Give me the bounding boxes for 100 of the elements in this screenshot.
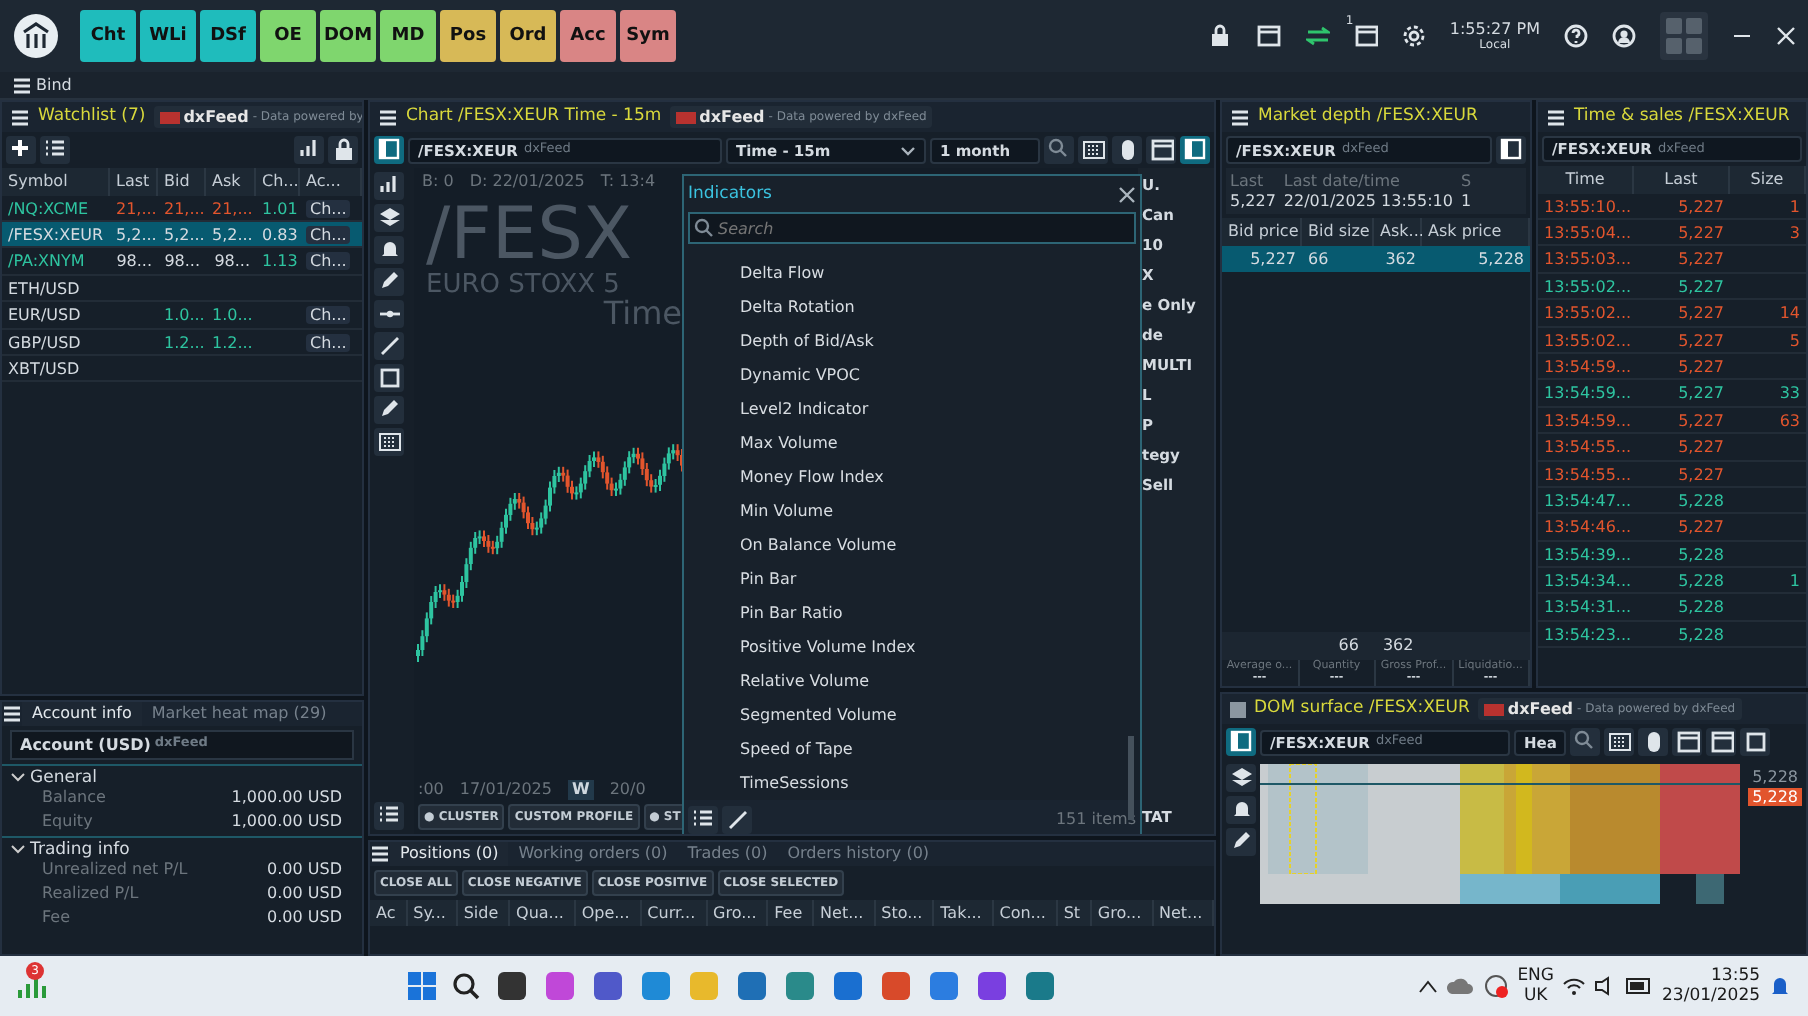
- alert-button[interactable]: [1226, 796, 1256, 824]
- keyboard-button[interactable]: [1604, 728, 1635, 756]
- group-header[interactable]: General: [2, 764, 362, 789]
- column-header[interactable]: Ask: [206, 168, 256, 196]
- horizontal-line-button[interactable]: [374, 300, 404, 328]
- rectangle-button[interactable]: [374, 364, 404, 392]
- language-indicator[interactable]: ENG UK: [1517, 965, 1555, 1007]
- column-header[interactable]: Ch...: [256, 168, 300, 196]
- menu-icon[interactable]: [1546, 107, 1566, 127]
- search-button[interactable]: [1570, 728, 1601, 756]
- toolbar-button[interactable]: Pos: [440, 10, 496, 62]
- column-header[interactable]: Tak...: [934, 899, 994, 927]
- toolbar-button[interactable]: Acc: [560, 10, 616, 62]
- search-field[interactable]: Search: [688, 212, 1136, 244]
- indicator-item[interactable]: Pin Bar Ratio: [684, 596, 1140, 630]
- column-header[interactable]: Fee: [768, 899, 815, 927]
- column-header[interactable]: Ac...: [300, 168, 362, 196]
- indicator-item[interactable]: Delta Rotation: [684, 290, 1140, 324]
- settings-icon[interactable]: [1401, 24, 1426, 48]
- close-icon[interactable]: [1118, 185, 1136, 203]
- mouse-button[interactable]: [1112, 136, 1142, 164]
- mouse-button[interactable]: [1638, 728, 1669, 756]
- menu-icon[interactable]: [12, 75, 32, 95]
- help-icon[interactable]: [1564, 24, 1588, 48]
- toolbar-button[interactable]: MD: [380, 10, 436, 62]
- user-icon[interactable]: [1612, 24, 1636, 48]
- panel-toggle-button[interactable]: [1496, 136, 1526, 164]
- search-button[interactable]: [1044, 136, 1074, 164]
- column-header[interactable]: Bid size: [1302, 218, 1374, 246]
- add-button[interactable]: [6, 136, 36, 164]
- indicator-item[interactable]: On Balance Volume: [684, 528, 1140, 562]
- toolbar-button[interactable]: Sym: [620, 10, 676, 62]
- indicator-item[interactable]: Delta Flow: [684, 256, 1140, 290]
- chart-button[interactable]: Ch...: [306, 252, 351, 271]
- layers-button[interactable]: [1226, 764, 1256, 792]
- indicator-item[interactable]: Depth of Bid/Ask: [684, 324, 1140, 358]
- app-icon[interactable]: [976, 970, 1009, 1002]
- indicator-item[interactable]: Level2 Indicator: [684, 392, 1140, 426]
- column-header[interactable]: Sto...: [875, 899, 935, 927]
- indicator-item[interactable]: TimeSessions: [684, 766, 1140, 800]
- column-header[interactable]: Bid price: [1222, 218, 1302, 246]
- column-header[interactable]: Bid: [158, 168, 206, 196]
- toolbar-button[interactable]: DSf: [200, 10, 256, 62]
- keyboard-button[interactable]: [1078, 136, 1108, 164]
- column-header[interactable]: Symbol: [2, 168, 110, 196]
- indicator-item[interactable]: Dynamic VPOC: [684, 358, 1140, 392]
- toolbar-button[interactable]: WLi: [140, 10, 196, 62]
- app-icon[interactable]: [592, 970, 625, 1002]
- chevron-up-icon[interactable]: [1417, 978, 1438, 994]
- indicator-item[interactable]: Max Volume: [684, 426, 1140, 460]
- column-header[interactable]: Ac: [370, 899, 408, 927]
- columns-button[interactable]: [294, 136, 324, 164]
- indicator-item[interactable]: Min Volume: [684, 494, 1140, 528]
- toolbar-button[interactable]: OE: [260, 10, 316, 62]
- trend-line-button[interactable]: [374, 332, 404, 360]
- indicator-item[interactable]: Positive Volume Index: [684, 630, 1140, 664]
- layout-button[interactable]: [1146, 136, 1176, 164]
- column-header[interactable]: Con...: [993, 899, 1058, 927]
- indicator-item[interactable]: Relative Volume: [684, 664, 1140, 698]
- column-header[interactable]: Ope...: [575, 899, 642, 927]
- chart-button[interactable]: Ch...: [306, 199, 351, 218]
- search-icon[interactable]: [452, 972, 481, 1000]
- start-icon[interactable]: [408, 972, 437, 1000]
- column-header[interactable]: Time: [1538, 166, 1634, 194]
- layers-button[interactable]: [374, 204, 404, 232]
- tree-view-button[interactable]: [722, 806, 752, 834]
- indicator-item[interactable]: Money Flow Index: [684, 460, 1140, 494]
- panel-toggle-button[interactable]: [374, 136, 404, 164]
- panel-tab[interactable]: Working orders (0): [508, 842, 678, 866]
- cloud-icon[interactable]: [1445, 976, 1474, 996]
- alert-button[interactable]: [374, 236, 404, 264]
- pencil-button[interactable]: [374, 396, 404, 424]
- wifi-icon[interactable]: [1562, 976, 1587, 996]
- battery-icon[interactable]: [1626, 978, 1655, 994]
- menu-icon[interactable]: [378, 107, 398, 127]
- column-header[interactable]: Ask price: [1422, 218, 1530, 246]
- column-header[interactable]: Curr...: [641, 899, 708, 927]
- swap-arrows-icon[interactable]: [1305, 24, 1330, 48]
- column-header[interactable]: St: [1057, 899, 1092, 927]
- keyboard-button[interactable]: [374, 428, 404, 456]
- list-view-button[interactable]: [688, 806, 718, 834]
- bell-icon[interactable]: [1768, 974, 1793, 998]
- panel-tab[interactable]: Orders history (0): [777, 842, 940, 866]
- app-icon[interactable]: [496, 970, 529, 1002]
- bars-button[interactable]: [374, 172, 404, 200]
- toolbar-button[interactable]: Ord: [500, 10, 556, 62]
- column-header[interactable]: Ask...: [1374, 218, 1422, 246]
- list-button[interactable]: [40, 136, 70, 164]
- list-button[interactable]: [374, 802, 404, 830]
- menu-icon[interactable]: [370, 843, 390, 864]
- indicator-item[interactable]: Pin Bar: [684, 562, 1140, 596]
- chart-button[interactable]: Ch...: [306, 225, 351, 244]
- indicator-item[interactable]: Speed of Tape: [684, 732, 1140, 766]
- menu-icon[interactable]: [2, 703, 22, 724]
- pencil-button[interactable]: [374, 268, 404, 296]
- column-header[interactable]: Size: [1730, 166, 1806, 194]
- toolbar-button[interactable]: DOM: [320, 10, 376, 62]
- layout-button[interactable]: [1672, 728, 1703, 756]
- column-header[interactable]: Net...: [1153, 899, 1214, 927]
- lock-icon[interactable]: [1207, 24, 1232, 48]
